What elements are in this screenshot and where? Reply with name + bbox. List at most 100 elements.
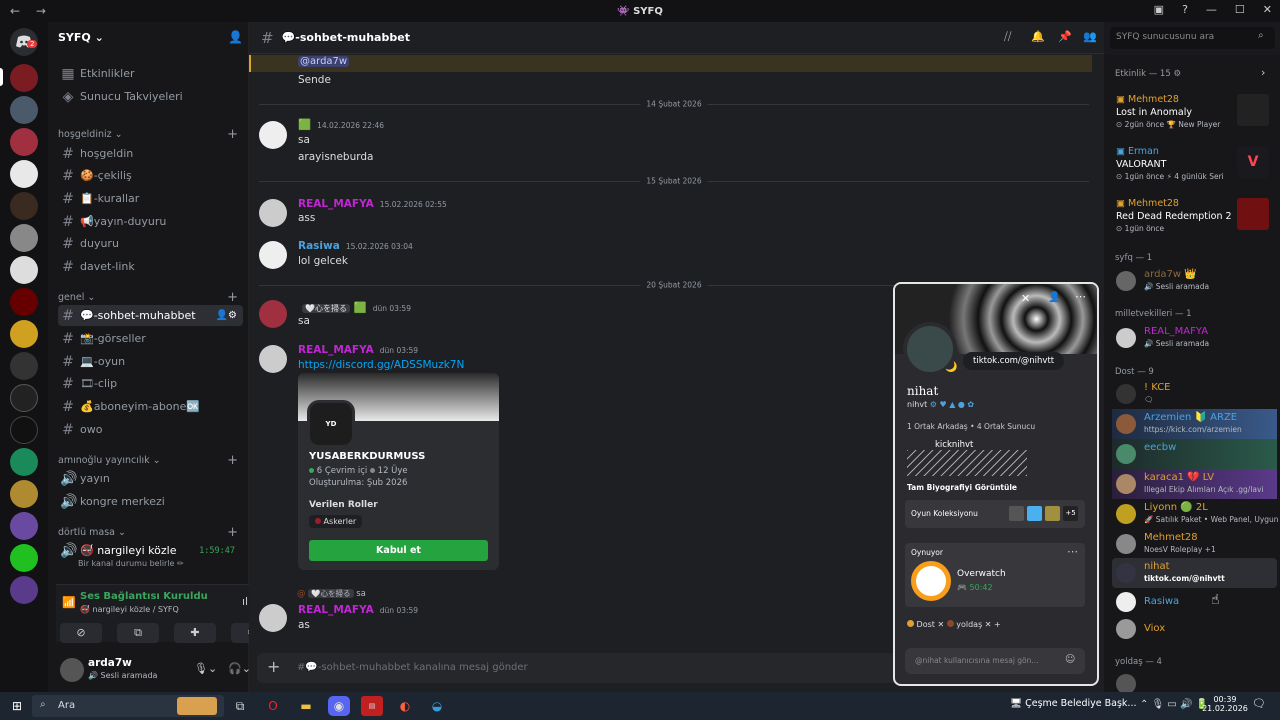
invite-link[interactable]: https://discord.gg/ADSSMuzk7N	[298, 359, 464, 371]
channel-item[interactable]: # 📋-kurallar	[58, 188, 243, 209]
taskbar-app[interactable]: 🖥 Çeşme Belediye Başk...	[1010, 698, 1137, 709]
member-item[interactable]: Rasiwa	[1112, 587, 1277, 617]
close-popout-icon[interactable]: ✕	[1021, 292, 1030, 305]
clock[interactable]: 00:39 21.02.2026	[1200, 695, 1250, 713]
avatar[interactable]	[259, 199, 287, 227]
voice-channel-item[interactable]: 🔊 kongre merkezi	[58, 491, 243, 512]
reply-preview[interactable]: @ 🤍心を掃る sa	[297, 588, 366, 599]
member-item[interactable]: karaca1 💔 LV Illegal Ekip Alımları Açık .…	[1112, 469, 1277, 499]
member-item[interactable]: Viox	[1112, 614, 1277, 644]
avatar[interactable]	[259, 345, 287, 373]
category-yayincilik[interactable]: amınoğlu yayıncılık ⌄ +	[58, 453, 238, 468]
settings-icon[interactable]: 👤⚙	[216, 310, 237, 321]
windows-start-icon[interactable]: ⊞	[6, 696, 28, 716]
screen-share-button[interactable]: ⧉	[117, 623, 159, 643]
active-voice-channel[interactable]: 🔊 🚭 nargileyi közle 1:59:47	[58, 540, 243, 561]
server-icon[interactable]	[10, 384, 38, 412]
voice-channel-status[interactable]: Bir kanal durumu belirle ✏	[78, 559, 184, 568]
member-item[interactable]: Liyonn 🟢 2L 🚀 Satılık Paket • Web Panel, …	[1112, 499, 1279, 529]
channel-item[interactable]: # hoşgeldin	[58, 143, 243, 164]
sidebar-item-boosts[interactable]: ◈ Sunucu Takviyeleri	[58, 86, 243, 107]
server-name-button[interactable]: SYFQ ⌄	[58, 31, 104, 44]
server-icon[interactable]	[10, 544, 38, 572]
maximize-button[interactable]: ☐	[1235, 3, 1245, 16]
server-icon[interactable]	[10, 160, 38, 188]
activity-header[interactable]: Etkinlik — 15 ⚙	[1115, 69, 1181, 79]
message-author[interactable]: REAL_MAFYA dün 03:59	[298, 344, 418, 356]
inbox-icon[interactable]: ▣	[1154, 3, 1164, 16]
custom-status-bubble[interactable]: tiktok.com/@nihvtt	[963, 352, 1065, 370]
add-channel-icon[interactable]: +	[227, 453, 238, 468]
headphones-icon[interactable]: 🎧⌄	[228, 662, 251, 675]
add-channel-icon[interactable]: +	[227, 525, 238, 540]
member-item[interactable]: eecbw	[1112, 439, 1277, 469]
file-explorer-icon[interactable]: ▬	[295, 696, 317, 716]
view-full-bio-link[interactable]: Tam Biyografiyi Görüntüle	[907, 483, 1017, 492]
member-item[interactable]: ! KCE 🗨	[1112, 379, 1277, 409]
more-icon[interactable]: ⋯	[1067, 545, 1078, 558]
mutual-info[interactable]: 1 Ortak Arkadaş • 4 Ortak Sunucu	[907, 422, 1035, 431]
activities-button[interactable]: ✚	[174, 623, 216, 643]
message[interactable]: REAL_MAFYA 15.02.2026 02:55 ass	[259, 196, 1089, 227]
server-icon[interactable]	[10, 96, 38, 124]
pin-icon[interactable]: 📌	[1058, 30, 1072, 43]
voice-channel-item[interactable]: 🔊 yayın	[58, 468, 243, 489]
minimize-button[interactable]: —	[1206, 3, 1217, 16]
more-icon[interactable]: ⋯	[1075, 290, 1086, 303]
member-item-selected[interactable]: nihat tiktok.com/@nihvtt	[1112, 558, 1277, 588]
server-icon[interactable]	[10, 192, 38, 220]
discord-taskbar-icon[interactable]: ◉	[328, 696, 350, 716]
add-channel-icon[interactable]: +	[227, 127, 238, 142]
server-search-input[interactable]: SYFQ sunucusunu ara ⌕	[1110, 27, 1275, 49]
server-icon[interactable]	[10, 224, 38, 252]
user-mention[interactable]: @arda7w	[298, 56, 350, 67]
add-channel-icon[interactable]: +	[227, 290, 238, 305]
edge-icon[interactable]: ◒	[426, 696, 448, 716]
channel-item[interactable]: # 🍪-çekiliş	[58, 165, 243, 186]
tray-icons[interactable]: ⌃ 🎙 ▭ 🔊 🔋	[1140, 699, 1208, 710]
app-icon[interactable]: ▤	[361, 696, 383, 716]
channel-item[interactable]: # 💰aboneyim-abone🆗	[58, 396, 243, 417]
accept-invite-button[interactable]: Kabul et	[309, 540, 488, 561]
server-icon-syfq[interactable]	[10, 64, 38, 92]
member-item[interactable]: Mehmet28 NoesV Roleplay +1	[1112, 529, 1277, 559]
taskbar-search[interactable]: ⌕ Ara	[32, 695, 224, 717]
activity-card[interactable]: ▣ Mehmet28 Red Dead Redemption 2 ⊙ 1gün …	[1112, 195, 1274, 241]
member-item[interactable]: REAL_MAFYA 🔊 Sesli aramada	[1112, 323, 1277, 353]
server-icon[interactable]	[10, 256, 38, 284]
app-icon[interactable]: ◐	[394, 696, 416, 716]
server-icon[interactable]	[10, 480, 38, 508]
sidebar-item-events[interactable]: ▦ Etkinlikler	[58, 63, 243, 84]
emoji-icon[interactable]: ☺	[1065, 654, 1075, 665]
threads-icon[interactable]: ⧸⧸	[1004, 30, 1011, 44]
message-author[interactable]: Rasiwa 15.02.2026 03:04	[298, 240, 413, 252]
voice-status-text[interactable]: Ses Bağlantısı Kuruldu	[80, 591, 208, 602]
channel-item[interactable]: # owo	[58, 419, 243, 440]
bell-icon[interactable]: 🔔	[1031, 30, 1045, 43]
activity-card[interactable]: ▣ Erman VALORANT ⊙ 1gün önce ⚡ 4 günlük …	[1112, 143, 1274, 189]
opera-icon[interactable]: O	[262, 696, 284, 716]
message-author[interactable]: REAL_MAFYA dün 03:59	[298, 604, 418, 616]
activity-card[interactable]: ▣ Mehmet28 Lost in Anomaly ⊙ 2gün önce 🏆…	[1112, 91, 1274, 137]
server-icon[interactable]	[10, 512, 38, 540]
add-friend-icon[interactable]: 👤	[1048, 292, 1060, 303]
channel-item[interactable]: # 💻-oyun	[58, 351, 243, 372]
channel-item[interactable]: # 📢yayın-duyuru	[58, 211, 243, 232]
voice-channel-link[interactable]: 🚭 nargileyi közle / SYFQ	[80, 605, 179, 614]
task-view-icon[interactable]: ⧉	[229, 696, 251, 716]
server-icon[interactable]	[10, 448, 38, 476]
attach-plus-button[interactable]: +	[267, 657, 280, 676]
message[interactable]: 🟩 14.02.2026 22:46 sa arayisneburda	[259, 118, 1089, 163]
avatar[interactable]	[259, 300, 287, 328]
category-hosgeldiniz[interactable]: hoşgeldiniz ⌄ +	[58, 127, 238, 142]
game-collection[interactable]: Oyun Koleksiyonu +5	[905, 500, 1085, 528]
notification-icon[interactable]: 🗨	[1252, 697, 1266, 710]
server-icon[interactable]	[10, 576, 38, 604]
help-icon[interactable]: ?	[1182, 3, 1188, 16]
server-icon[interactable]	[10, 320, 38, 348]
category-dortlu-masa[interactable]: dörtlü masa ⌄ +	[58, 525, 238, 540]
channel-item-selected[interactable]: # 💬-sohbet-muhabbet 👤⚙	[58, 305, 243, 326]
close-button[interactable]: ✕	[1263, 3, 1272, 16]
member-item[interactable]	[1112, 669, 1277, 694]
member-item[interactable]: Arzemien 🔰 ARZE https://kick.com/arzemien	[1112, 409, 1277, 439]
